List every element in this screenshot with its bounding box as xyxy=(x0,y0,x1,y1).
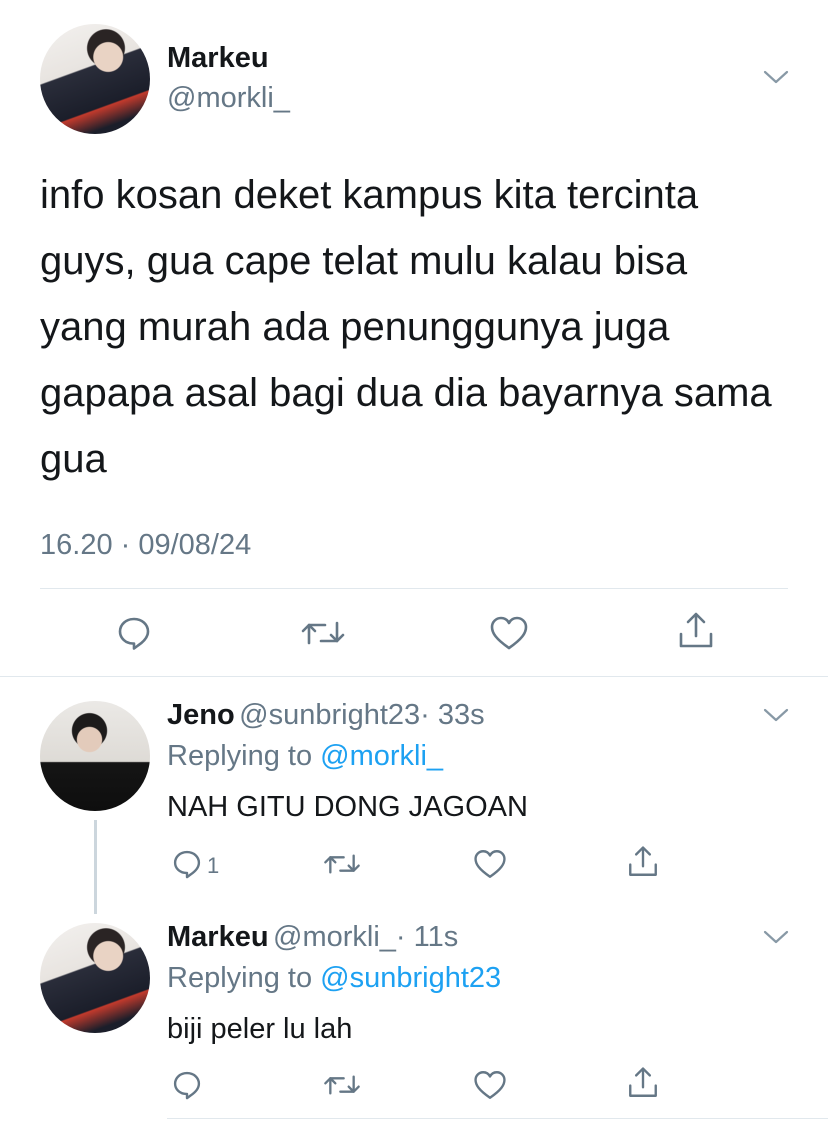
tweet-text: info kosan deket kampus kita tercinta gu… xyxy=(40,173,772,481)
share-icon[interactable] xyxy=(626,844,660,880)
author-name[interactable]: Markeu xyxy=(167,42,269,75)
reply-avatar[interactable] xyxy=(40,923,150,1033)
reply-icon[interactable] xyxy=(170,1068,204,1102)
reply-avatar[interactable] xyxy=(40,701,150,811)
retweet-icon[interactable] xyxy=(322,1068,362,1102)
share-icon[interactable] xyxy=(626,1065,660,1101)
reply-text: NAH GITU DONG JAGOAN xyxy=(167,791,528,823)
tweet-timestamp[interactable]: 16.20 · 09/08/24 xyxy=(40,529,251,562)
divider xyxy=(167,1118,828,1119)
like-icon[interactable] xyxy=(472,847,508,881)
chevron-down-icon[interactable] xyxy=(762,706,790,724)
chevron-down-icon[interactable] xyxy=(762,928,790,946)
chevron-down-icon[interactable] xyxy=(762,68,790,86)
author-avatar[interactable] xyxy=(40,24,150,134)
share-icon[interactable] xyxy=(676,610,716,652)
replying-to-link[interactable]: @sunbright23 xyxy=(320,962,501,994)
replying-to-label: Replying to xyxy=(167,740,313,772)
like-icon[interactable] xyxy=(472,1068,508,1102)
retweet-icon[interactable] xyxy=(299,613,347,653)
retweet-icon[interactable] xyxy=(322,847,362,881)
replying-to-label: Replying to xyxy=(167,962,313,994)
reply-author-name[interactable]: Markeu xyxy=(167,921,269,953)
reply-icon[interactable] xyxy=(114,613,154,653)
divider xyxy=(40,588,788,589)
like-icon[interactable] xyxy=(488,613,530,653)
reply-icon[interactable] xyxy=(170,847,204,881)
reply-count: 1 xyxy=(207,853,220,878)
thread-line xyxy=(94,820,97,914)
author-handle[interactable]: @morkli_ xyxy=(167,82,290,115)
reply-author-handle[interactable]: @sunbright23 xyxy=(239,699,420,731)
replying-to: Replying to @morkli_ xyxy=(167,740,443,773)
replying-to-link[interactable]: @morkli_ xyxy=(320,740,443,772)
reply-author-handle[interactable]: @morkli_ xyxy=(273,921,396,953)
reply-text: biji peler lu lah xyxy=(167,1013,353,1045)
divider xyxy=(0,676,828,677)
reply-header: Markeu @morkli_· 11s xyxy=(167,921,458,954)
reply-time[interactable]: · 11s xyxy=(396,921,458,953)
reply-header: Jeno @sunbright23· 33s xyxy=(167,699,485,732)
reply-time[interactable]: · 33s xyxy=(420,699,484,731)
reply-author-name[interactable]: Jeno xyxy=(167,699,235,731)
replying-to: Replying to @sunbright23 xyxy=(167,962,501,995)
